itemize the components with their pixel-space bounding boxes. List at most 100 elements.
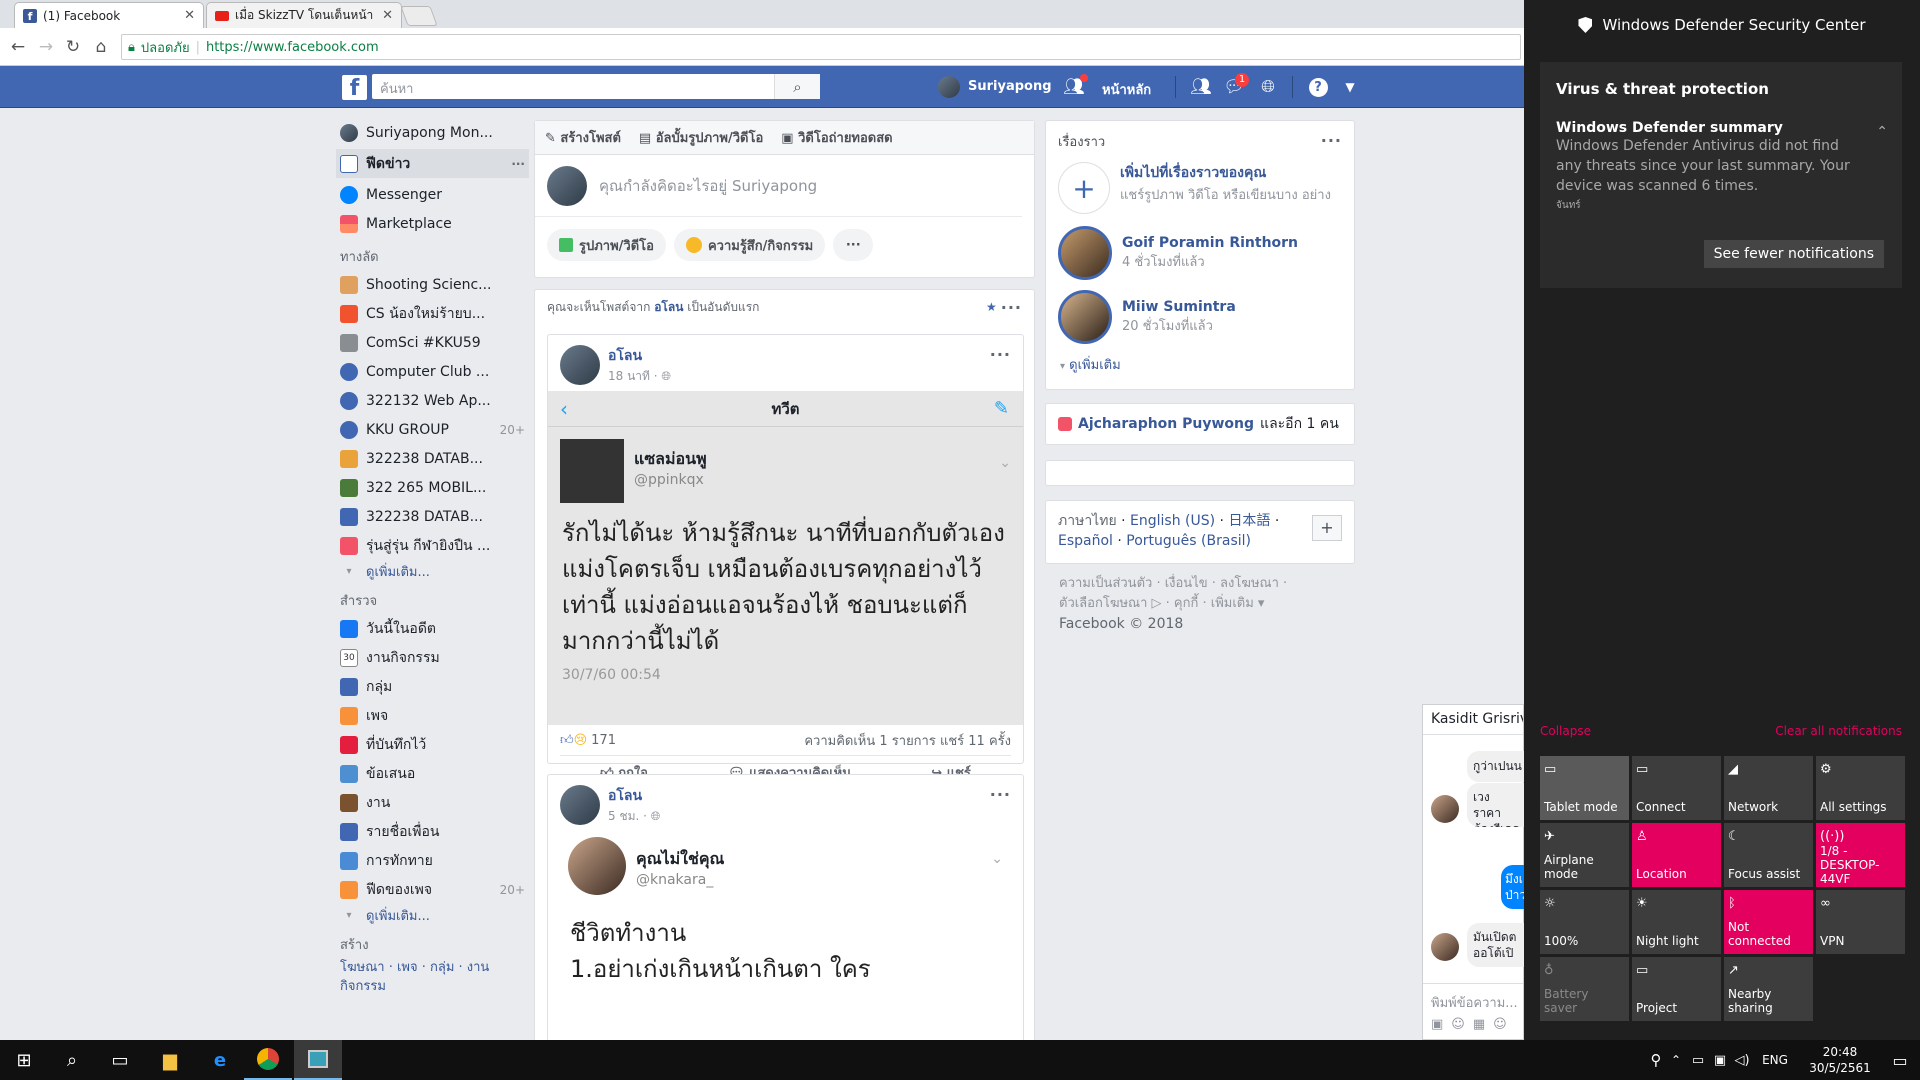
quick-action-location[interactable]: ♙ Location: [1632, 823, 1721, 887]
sidebar-item-shortcut[interactable]: 322238 DATAB...: [340, 502, 525, 531]
more-options-icon[interactable]: ···: [1001, 298, 1022, 317]
app-window-icon[interactable]: [294, 1040, 342, 1080]
browser-tab-facebook[interactable]: f (1) Facebook ✕: [14, 2, 204, 28]
sidebar-item-explore[interactable]: รายชื่อเพื่อน: [340, 817, 525, 846]
comment-share-count[interactable]: ความคิดเห็น 1 รายการ แชร์ 11 ครั้ง: [804, 730, 1011, 751]
sidebar-item-shortcut[interactable]: Shooting Scienc...: [340, 270, 525, 299]
create-links[interactable]: โฆษณา · เพจ · กลุ่ม · งาน: [340, 958, 525, 977]
address-bar[interactable]: 🔒︎ ปลอดภัย | https://www.facebook.com: [121, 34, 1521, 60]
status-input[interactable]: คุณกำลังคิดอะไรอยู่ Suriyapong: [599, 174, 817, 198]
windows-start-icon[interactable]: ⊞: [0, 1040, 48, 1080]
sidebar-item-newsfeed[interactable]: ฟีดข่าว ···: [336, 149, 529, 178]
forward-arrow-icon[interactable]: →: [35, 36, 57, 58]
chevron-down-icon[interactable]: ▼: [1338, 75, 1362, 99]
sidebar-item-explore[interactable]: ข้อเสนอ: [340, 759, 525, 788]
sidebar-item-explore[interactable]: เพจ: [340, 701, 525, 730]
new-tab-button[interactable]: [400, 6, 438, 26]
sidebar-item-shortcut[interactable]: Computer Club ...: [340, 357, 525, 386]
story-item[interactable]: Goif Poramin Rinthorn 4 ชั่วโมงที่แล้ว: [1046, 218, 1354, 288]
sidebar-item-explore[interactable]: การทักทาย: [340, 846, 525, 875]
defender-notification[interactable]: Virus & threat protection Windows Defend…: [1540, 62, 1902, 288]
clock[interactable]: 20:48 30/5/2561: [1800, 1044, 1880, 1076]
language-link[interactable]: English (US): [1130, 513, 1215, 529]
quick-action-network[interactable]: ◢ Network: [1724, 756, 1813, 820]
create-links-2[interactable]: กิจกรรม: [340, 977, 525, 996]
add-language-button[interactable]: +: [1312, 515, 1342, 541]
network-icon[interactable]: ▣: [1710, 1040, 1730, 1080]
quick-action-brightness[interactable]: ☼ 100%: [1540, 890, 1629, 954]
sidebar-item-shortcut[interactable]: 322238 DATAB...: [340, 444, 525, 473]
task-view-icon[interactable]: ▭: [96, 1040, 144, 1080]
tab-live-video[interactable]: ▣ วิดีโอถ่ายทอดสด: [781, 127, 892, 148]
sidebar-item-shortcut[interactable]: รุ่นสู่รุ่น กีฬายิงปืน ...: [340, 531, 525, 560]
sidebar-item-explore[interactable]: 30 งานกิจกรรม: [340, 643, 525, 672]
notice-name-link[interactable]: อโลน: [654, 298, 683, 317]
more-options-icon[interactable]: ···: [1321, 131, 1342, 152]
post-author[interactable]: อโลน: [608, 345, 671, 367]
sidebar-item-messenger[interactable]: Messenger: [340, 180, 525, 209]
tab-create-post[interactable]: ✎ สร้างโพสต์: [545, 127, 621, 148]
notifications-globe-icon[interactable]: 🌐︎: [1256, 75, 1280, 99]
close-icon[interactable]: ✕: [382, 8, 393, 23]
avatar[interactable]: [560, 785, 600, 825]
sidebar-item-explore[interactable]: กลุ่ม: [340, 672, 525, 701]
tweet-screenshot-image[interactable]: คุณไม่ใช่คุณ @knakara_ ⌄ ชีวิตทำงาน 1.อย…: [548, 831, 1023, 987]
back-arrow-icon[interactable]: ←: [7, 36, 29, 58]
chat-toolbar-icons[interactable]: ▣☺▦☺: [1431, 1017, 1515, 1032]
tab-photo-album[interactable]: ▤ อัลบั้มรูปภาพ/วิดีโอ: [639, 127, 763, 148]
post-time[interactable]: 18 นาที · 🌐︎: [608, 367, 671, 386]
feeling-activity-button[interactable]: ความรู้สึก/กิจกรรม: [673, 229, 826, 261]
sidebar-item-marketplace[interactable]: Marketplace: [340, 209, 525, 238]
sidebar-item-shortcut[interactable]: 322 265 MOBIL...: [340, 473, 525, 502]
photo-video-button[interactable]: รูปภาพ/วิดีโอ: [547, 229, 666, 261]
post-time[interactable]: 5 ชม. · 🌐︎: [608, 807, 660, 826]
action-center-icon[interactable]: ▭: [1880, 1040, 1920, 1080]
sidebar-item-explore[interactable]: ที่บันทึกไว้: [340, 730, 525, 759]
quick-action-tablet-mode[interactable]: ▭ Tablet mode: [1540, 756, 1629, 820]
quick-action-settings[interactable]: ⚙ All settings: [1816, 756, 1905, 820]
help-icon[interactable]: ?: [1306, 75, 1330, 99]
quick-action-focus-assist[interactable]: ☾ Focus assist: [1724, 823, 1813, 887]
see-fewer-notifications-button[interactable]: See fewer notifications: [1703, 240, 1884, 268]
sidebar-item-explore[interactable]: งาน: [340, 788, 525, 817]
more-options-icon[interactable]: ···: [990, 785, 1011, 821]
reaction-count[interactable]: 171: [591, 733, 616, 748]
quick-action-nearby-sharing[interactable]: ↗ Nearby sharing: [1724, 957, 1813, 1021]
avatar[interactable]: [938, 76, 960, 98]
sidebar-item-explore[interactable]: วันนี้ในอดีต: [340, 614, 525, 643]
quick-action-airplane[interactable]: ✈ Airplane mode: [1540, 823, 1629, 887]
quick-action-vpn[interactable]: ∞ VPN: [1816, 890, 1905, 954]
search-input[interactable]: ค้นหา: [372, 74, 820, 99]
sidebar-item-profile[interactable]: Suriyapong Mon...: [340, 118, 525, 147]
chrome-icon[interactable]: [244, 1040, 292, 1080]
quick-action-connect[interactable]: ▭ Connect: [1632, 756, 1721, 820]
edge-icon[interactable]: e: [196, 1040, 244, 1080]
search-icon[interactable]: ⌕: [774, 74, 820, 99]
birthday-name[interactable]: Ajcharaphon Puywong: [1078, 416, 1254, 432]
collapse-link[interactable]: Collapse: [1540, 724, 1591, 738]
file-explorer-icon[interactable]: ▆: [146, 1040, 194, 1080]
browser-tab-youtube[interactable]: เมื่อ SkizzTV โดนเต็นหน้า - ✕: [206, 2, 402, 28]
search-icon[interactable]: ⌕: [48, 1040, 96, 1080]
close-icon[interactable]: ✕: [184, 8, 195, 23]
add-story-item[interactable]: + เพิ่มไปที่เรื่องราวของคุณ แชร์รูปภาพ ว…: [1046, 158, 1354, 218]
input-language[interactable]: ENG: [1758, 1040, 1792, 1080]
sidebar-item-shortcut[interactable]: CS น้องใหม่ร้ายบ...: [340, 299, 525, 328]
quick-action-battery-saver[interactable]: ♁ Battery saver: [1540, 957, 1629, 1021]
language-link[interactable]: 日本語: [1228, 513, 1270, 529]
footer-line[interactable]: ความเป็นส่วนตัว · เงื่อนไข · ลงโฆษณา ·: [1059, 574, 1359, 594]
clear-all-notifications-link[interactable]: Clear all notifications: [1775, 724, 1902, 738]
avatar[interactable]: [560, 345, 600, 385]
chevron-up-icon[interactable]: ⌃: [1876, 124, 1888, 140]
chat-header[interactable]: Kasidit Grisriva: [1423, 705, 1523, 735]
sidebar-item-shortcut[interactable]: ComSci #KKU59: [340, 328, 525, 357]
more-options-icon[interactable]: ···: [990, 345, 1011, 381]
birthday-card[interactable]: Ajcharaphon Puywong และอีก 1 คน: [1045, 403, 1355, 445]
language-link[interactable]: Español: [1058, 533, 1113, 549]
friend-requests-icon[interactable]: 👥︎: [1189, 75, 1213, 99]
sidebar-item-shortcut[interactable]: KKU GROUP 20+: [340, 415, 525, 444]
quick-action-project[interactable]: ▭ Project: [1632, 957, 1721, 1021]
home-icon[interactable]: ⌂: [90, 36, 112, 58]
more-options-icon[interactable]: ···: [511, 157, 525, 171]
volume-icon[interactable]: ◁): [1732, 1040, 1752, 1080]
